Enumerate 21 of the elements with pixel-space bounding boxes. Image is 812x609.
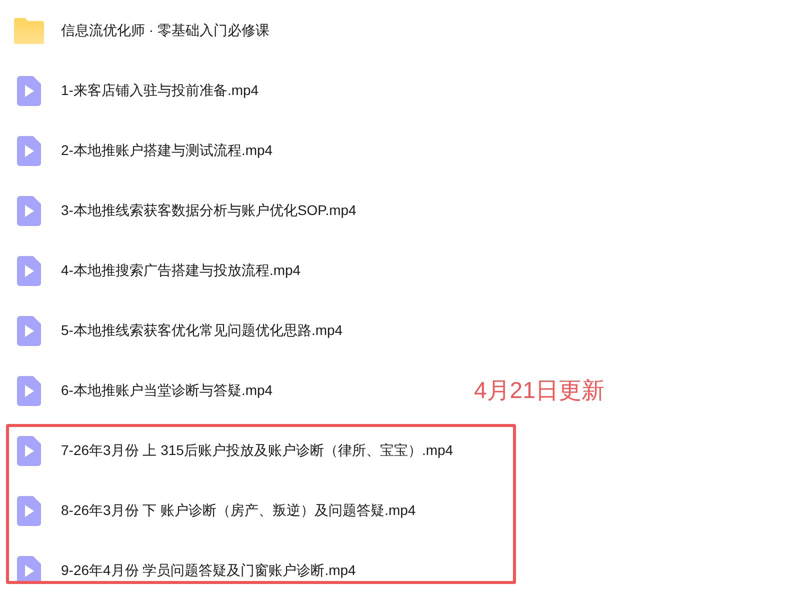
file-name[interactable]: 7-26年3月份 上 315后账户投放及账户诊断（律所、宝宝）.mp4: [61, 442, 454, 460]
video-file-icon: [17, 316, 41, 346]
file-name[interactable]: 信息流优化师 · 零基础入门必修课: [61, 22, 270, 40]
file-name[interactable]: 3-本地推线索获客数据分析与账户优化SOP.mp4: [61, 202, 356, 220]
file-name[interactable]: 6-本地推账户当堂诊断与答疑.mp4: [61, 382, 273, 400]
video-file-icon: [17, 76, 41, 106]
file-name[interactable]: 8-26年3月份 下 账户诊断（房产、叛逆）及问题答疑.mp4: [61, 502, 416, 520]
video-file-icon: [17, 256, 41, 286]
folder-icon: [14, 18, 44, 44]
file-name[interactable]: 4-本地推搜索广告搭建与投放流程.mp4: [61, 262, 301, 280]
video-file-icon: [17, 556, 41, 581]
video-file-icon: [17, 136, 41, 166]
video-file-icon: [17, 196, 41, 226]
video-file-icon: [17, 436, 41, 466]
update-note: 4月21日更新: [474, 376, 604, 405]
video-file-icon: [17, 496, 41, 526]
file-name[interactable]: 9-26年4月份 学员问题答疑及门窗账户诊断.mp4: [61, 562, 356, 580]
file-name[interactable]: 5-本地推线索获客优化常见问题优化思路.mp4: [61, 322, 343, 340]
file-name[interactable]: 2-本地推账户搭建与测试流程.mp4: [61, 142, 273, 160]
file-name[interactable]: 1-来客店铺入驻与投前准备.mp4: [61, 82, 259, 100]
video-file-icon: [17, 376, 41, 406]
